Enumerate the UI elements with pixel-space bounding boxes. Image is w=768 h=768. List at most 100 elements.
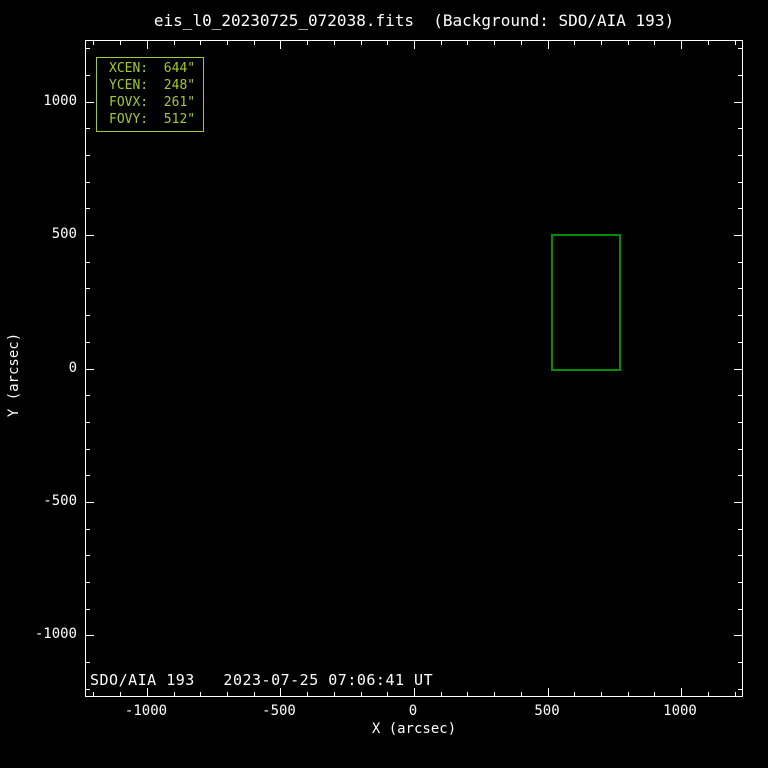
x-axis-tick — [548, 41, 549, 49]
x-axis-tick — [361, 41, 362, 45]
x-axis-tick-label: 0 — [408, 703, 418, 719]
x-axis-tick — [120, 41, 121, 45]
fov-info-line-fovx: FOVX: 261" — [109, 95, 196, 110]
x-axis-tick — [708, 692, 709, 696]
y-axis-tick — [738, 555, 742, 556]
x-axis-tick — [93, 692, 94, 696]
y-axis-tick — [738, 395, 742, 396]
x-axis-tick — [521, 41, 522, 45]
y-axis-tick — [738, 75, 742, 76]
x-axis-tick — [601, 692, 602, 696]
x-axis-tick — [548, 688, 549, 696]
x-axis-tick — [147, 41, 148, 49]
y-axis-tick-label: 500 — [51, 226, 77, 242]
x-axis-tick — [307, 692, 308, 696]
y-axis-tick — [738, 315, 742, 316]
y-axis-tick — [738, 128, 742, 129]
x-axis-tick — [254, 41, 255, 45]
y-axis-tick — [86, 262, 90, 263]
x-axis-tick — [467, 692, 468, 696]
y-axis-tick — [738, 449, 742, 450]
x-axis-tick — [601, 41, 602, 45]
x-axis-tick — [334, 692, 335, 696]
y-axis-tick-label: -1000 — [34, 626, 77, 642]
x-axis-tick — [120, 692, 121, 696]
y-axis-tick — [738, 475, 742, 476]
y-axis-tick — [86, 208, 90, 209]
y-axis-tick — [86, 128, 90, 129]
x-axis-tick — [280, 688, 281, 696]
y-axis-tick — [86, 609, 90, 610]
y-axis-tick — [738, 208, 742, 209]
x-axis-tick — [681, 688, 682, 696]
fov-rectangle — [551, 234, 621, 371]
y-axis-tick — [86, 555, 90, 556]
eis-fov-plot-window: eis_l0_20230725_072038.fits (Background:… — [0, 0, 768, 768]
x-axis-tick-label: -1000 — [124, 703, 168, 719]
x-axis-tick — [494, 692, 495, 696]
x-axis-tick — [708, 41, 709, 45]
fov-info-line-xcen: XCEN: 644" — [109, 61, 196, 76]
y-axis-tick — [86, 48, 90, 49]
y-axis-tick — [86, 449, 90, 450]
x-axis-tick — [200, 692, 201, 696]
y-axis-tick — [738, 609, 742, 610]
y-axis-tick — [86, 635, 94, 636]
x-axis-tick — [735, 692, 736, 696]
x-axis-tick — [574, 41, 575, 45]
x-axis-tick — [681, 41, 682, 49]
y-axis-tick — [738, 342, 742, 343]
y-axis-tick — [86, 662, 90, 663]
x-axis-tick — [174, 692, 175, 696]
x-axis-tick — [93, 41, 94, 45]
y-axis-tick — [86, 422, 90, 423]
y-axis-tick — [86, 395, 90, 396]
y-axis-tick — [734, 235, 742, 236]
x-axis-tick — [628, 41, 629, 45]
x-axis-tick — [387, 41, 388, 45]
x-axis-tick — [441, 41, 442, 45]
x-axis-tick-label: -500 — [262, 703, 296, 719]
y-axis-tick — [738, 155, 742, 156]
x-axis-tick — [227, 692, 228, 696]
y-axis-tick — [86, 582, 90, 583]
x-axis-tick — [200, 41, 201, 45]
y-axis-tick — [86, 502, 94, 503]
y-axis-tick — [738, 529, 742, 530]
y-axis-tick — [86, 342, 90, 343]
x-axis-tick — [307, 41, 308, 45]
x-axis-tick — [227, 41, 228, 45]
y-axis-tick — [86, 182, 90, 183]
fov-info-line-fovy: FOVY: 512" — [109, 112, 196, 127]
fov-info-line-ycen: YCEN: 248" — [109, 78, 196, 93]
y-axis-tick — [738, 288, 742, 289]
x-axis-tick — [441, 692, 442, 696]
y-axis-tick-label: 0 — [68, 360, 77, 376]
x-axis-tick — [654, 692, 655, 696]
x-axis-tick — [414, 688, 415, 696]
x-axis-tick — [467, 41, 468, 45]
x-axis-tick — [494, 41, 495, 45]
y-axis-tick-label: -500 — [43, 493, 77, 509]
y-axis-tick-label: 1000 — [43, 93, 77, 109]
y-axis-tick — [86, 235, 94, 236]
y-axis-tick — [86, 475, 90, 476]
x-axis-tick — [735, 41, 736, 45]
y-axis-tick — [738, 689, 742, 690]
x-axis-tick — [387, 692, 388, 696]
x-axis-tick — [574, 692, 575, 696]
y-axis-tick — [738, 182, 742, 183]
x-axis-tick — [174, 41, 175, 45]
y-axis-tick — [734, 102, 742, 103]
x-axis-tick — [280, 41, 281, 49]
y-axis-tick — [86, 288, 90, 289]
y-axis-tick — [738, 262, 742, 263]
fov-info-box: XCEN: 644" YCEN: 248" FOVX: 261" FOVY: 5… — [96, 57, 204, 132]
background-image-label: SDO/AIA 193 2023-07-25 07:06:41 UT — [90, 671, 434, 689]
x-axis-tick — [361, 692, 362, 696]
y-axis-tick — [86, 155, 90, 156]
y-axis-tick — [738, 582, 742, 583]
x-axis-tick — [654, 41, 655, 45]
plot-area: XCEN: 644" YCEN: 248" FOVX: 261" FOVY: 5… — [85, 40, 743, 697]
plot-title: eis_l0_20230725_072038.fits (Background:… — [153, 11, 675, 30]
